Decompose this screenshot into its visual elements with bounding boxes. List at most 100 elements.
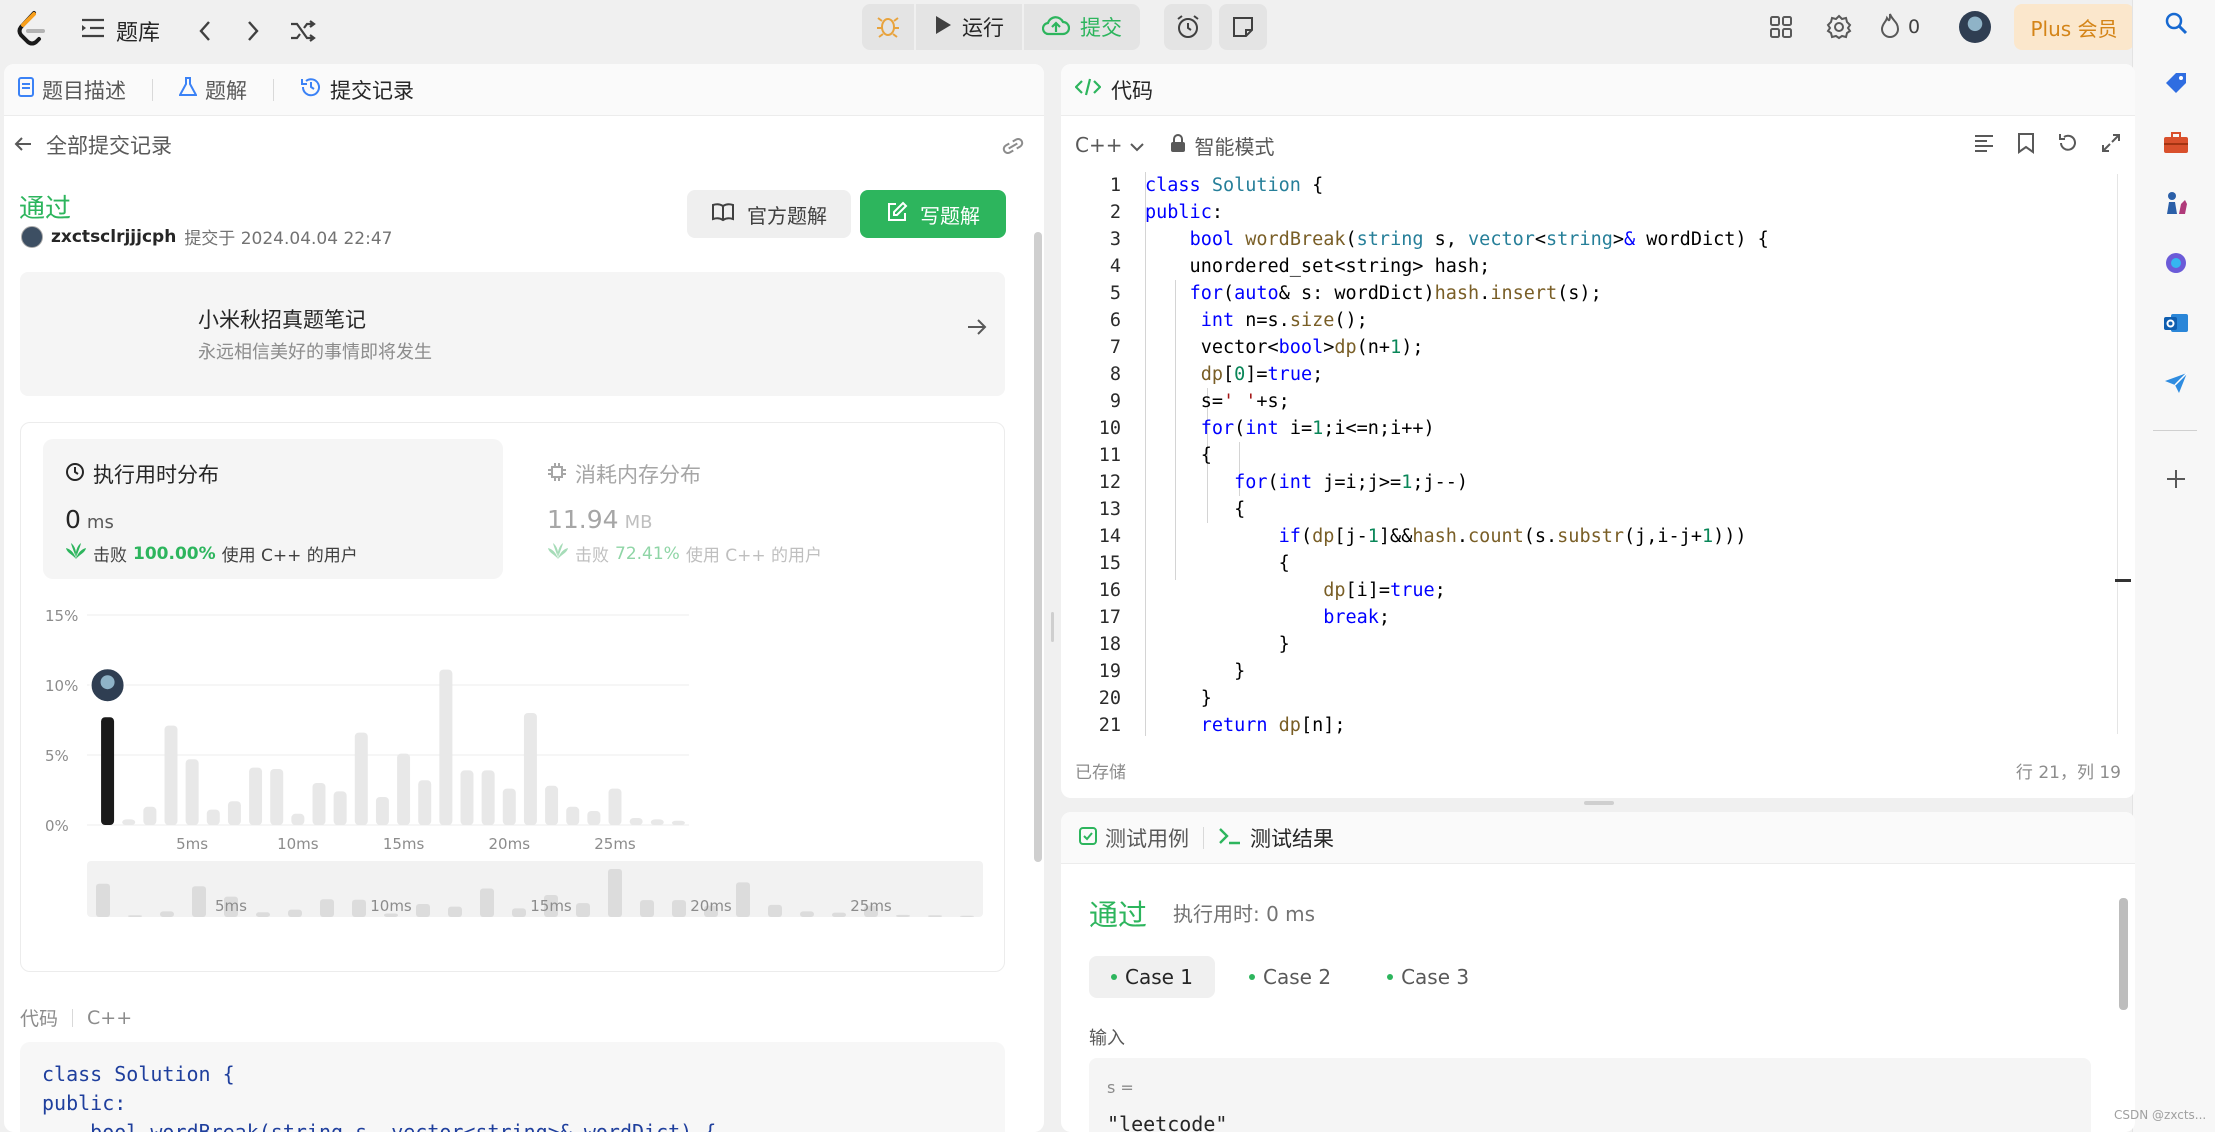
tab-submissions-label: 提交记录 xyxy=(330,78,414,103)
cloud-upload-icon xyxy=(1041,14,1071,41)
case-tab[interactable]: Case 3 xyxy=(1365,956,1491,998)
input-variable: s = xyxy=(1107,1078,1134,1097)
official-solution-button[interactable]: 官方题解 xyxy=(687,190,851,238)
runtime-distribution-chart[interactable]: 15% 10% 5% 0% 5ms 10ms 15ms 20ms 25ms 5ms 10ms 15ms… xyxy=(21,593,1006,963)
watermark: CSDN @zxcts... xyxy=(2114,1108,2207,1122)
tab-description[interactable]: 题目描述 xyxy=(18,75,126,105)
case-tab[interactable]: Case 2 xyxy=(1227,956,1353,998)
memory-title-label: 消耗内存分布 xyxy=(575,463,701,487)
case-label: Case 2 xyxy=(1263,965,1332,989)
smart-mode-toggle[interactable]: 智能模式 xyxy=(1170,131,1274,160)
x-tick-label: 5ms xyxy=(176,835,208,853)
debug-button[interactable] xyxy=(862,4,914,50)
history-icon xyxy=(300,76,322,103)
note-subtitle: 永远相信美好的事情即将发生 xyxy=(198,342,432,363)
write-solution-button[interactable]: 写题解 xyxy=(860,190,1006,238)
code-icon xyxy=(1074,77,1102,102)
username[interactable]: zxctsclrjjjcph xyxy=(51,227,176,247)
case-tab[interactable]: Case 1 xyxy=(1089,956,1216,998)
runtime-number: 0 xyxy=(65,505,81,534)
bar xyxy=(523,713,537,825)
brush-bar xyxy=(96,883,110,917)
horizontal-splitter[interactable] xyxy=(1584,801,1614,805)
note-icon[interactable] xyxy=(1219,4,1267,50)
brush-bar xyxy=(896,914,910,917)
submit-button[interactable]: 提交 xyxy=(1024,4,1140,50)
gear-icon[interactable] xyxy=(1822,8,1856,46)
search-icon[interactable] xyxy=(2159,6,2193,40)
chevron-left-icon[interactable] xyxy=(190,14,220,48)
cursor-marker xyxy=(2115,579,2131,582)
copilot-icon[interactable] xyxy=(2159,246,2193,280)
test-tabs: 测试用例 测试结果 xyxy=(1061,812,2135,864)
language-select[interactable]: C++ xyxy=(1075,133,1145,157)
runtime-stat-box[interactable]: 执行用时分布 0 ms 击败 100.00% 使用 C++ 的用户 xyxy=(43,439,503,579)
layout-grid-icon[interactable] xyxy=(1764,8,1798,46)
write-solution-label: 写题解 xyxy=(920,203,980,228)
tab-test-results[interactable]: 测试结果 xyxy=(1218,823,1334,853)
link-icon[interactable] xyxy=(1000,136,1026,160)
memory-number: 11.94 xyxy=(547,505,619,534)
bookmark-icon[interactable] xyxy=(2017,132,2035,159)
input-box[interactable]: s = "leetcode" xyxy=(1089,1058,2091,1132)
brush-bar xyxy=(768,904,782,917)
chevron-right-icon[interactable] xyxy=(238,14,268,48)
terminal-icon xyxy=(1218,826,1242,850)
editor-tab-label[interactable]: 代码 xyxy=(1111,75,1153,105)
memory-title[interactable]: 消耗内存分布 xyxy=(547,459,701,489)
test-scrollbar[interactable] xyxy=(2119,898,2128,1010)
avatar[interactable] xyxy=(21,225,43,248)
add-icon[interactable] xyxy=(2159,462,2193,496)
code-section-label: 代码 C++ xyxy=(20,1004,132,1031)
bar xyxy=(650,819,664,825)
chip-icon xyxy=(547,462,567,487)
send-icon[interactable] xyxy=(2159,366,2193,400)
official-solution-label: 官方题解 xyxy=(747,203,827,228)
arrow-right-icon xyxy=(967,318,987,340)
leaf-icon xyxy=(547,542,569,565)
avatar[interactable] xyxy=(1958,8,1992,46)
runtime-beat-suffix: 使用 C++ 的用户 xyxy=(221,546,358,566)
vertical-splitter[interactable] xyxy=(1051,612,1054,642)
note-card[interactable]: 小米秋招真题笔记 永远相信美好的事情即将发生 xyxy=(20,272,1005,396)
brush-bar xyxy=(640,900,654,917)
streak-counter[interactable]: 0 xyxy=(1880,8,1920,46)
memory-beat-suffix: 使用 C++ 的用户 xyxy=(685,546,822,566)
tag-icon[interactable] xyxy=(2159,66,2193,100)
back-to-all-submissions[interactable]: 全部提交记录 xyxy=(14,126,1034,164)
briefcase-icon[interactable] xyxy=(2159,126,2193,160)
tab-solutions-label: 题解 xyxy=(205,78,247,103)
run-submit-bar: 运行 提交 xyxy=(862,4,1140,50)
clock-icon xyxy=(65,462,85,487)
left-scrollbar[interactable] xyxy=(1034,232,1042,862)
shuffle-icon[interactable] xyxy=(286,12,320,50)
problem-list-button[interactable]: 题库 xyxy=(80,14,160,48)
brush-bar xyxy=(128,915,142,917)
format-icon[interactable] xyxy=(1973,133,1995,158)
tab-solutions[interactable]: 题解 xyxy=(178,75,247,105)
runtime-beat-pct: 100.00% xyxy=(133,543,216,564)
leetcode-logo-icon[interactable] xyxy=(14,10,48,48)
cursor-position[interactable]: 行 21，列 19 xyxy=(2016,758,2121,783)
chess-icon[interactable] xyxy=(2159,186,2193,220)
tab-test-cases[interactable]: 测试用例 xyxy=(1079,823,1189,853)
avatar-marker-face xyxy=(100,675,115,690)
code-label: 代码 xyxy=(20,1008,59,1030)
outlook-icon[interactable] xyxy=(2159,306,2193,340)
memory-beat-pct: 72.41% xyxy=(615,543,680,564)
flask-icon xyxy=(178,77,198,102)
leaf-icon xyxy=(65,542,87,565)
alarm-clock-icon[interactable] xyxy=(1164,4,1212,50)
plus-membership-button[interactable]: Plus 会员 xyxy=(2014,4,2134,50)
tab-submissions[interactable]: 提交记录 xyxy=(300,75,414,105)
run-button[interactable]: 运行 xyxy=(916,4,1022,50)
code-editor[interactable]: 1 class Solution { 2 public: 3 bool wordBr… xyxy=(1061,172,2135,736)
brush-bar xyxy=(960,915,974,917)
runtime-value: 0 ms xyxy=(65,505,114,534)
expand-icon[interactable] xyxy=(2101,133,2121,158)
editor-scroll-track[interactable] xyxy=(2117,174,2118,734)
x-tick-label: 20ms xyxy=(489,835,531,853)
reset-icon[interactable] xyxy=(2057,132,2079,159)
brush-bar xyxy=(416,904,430,917)
bar xyxy=(270,769,284,825)
